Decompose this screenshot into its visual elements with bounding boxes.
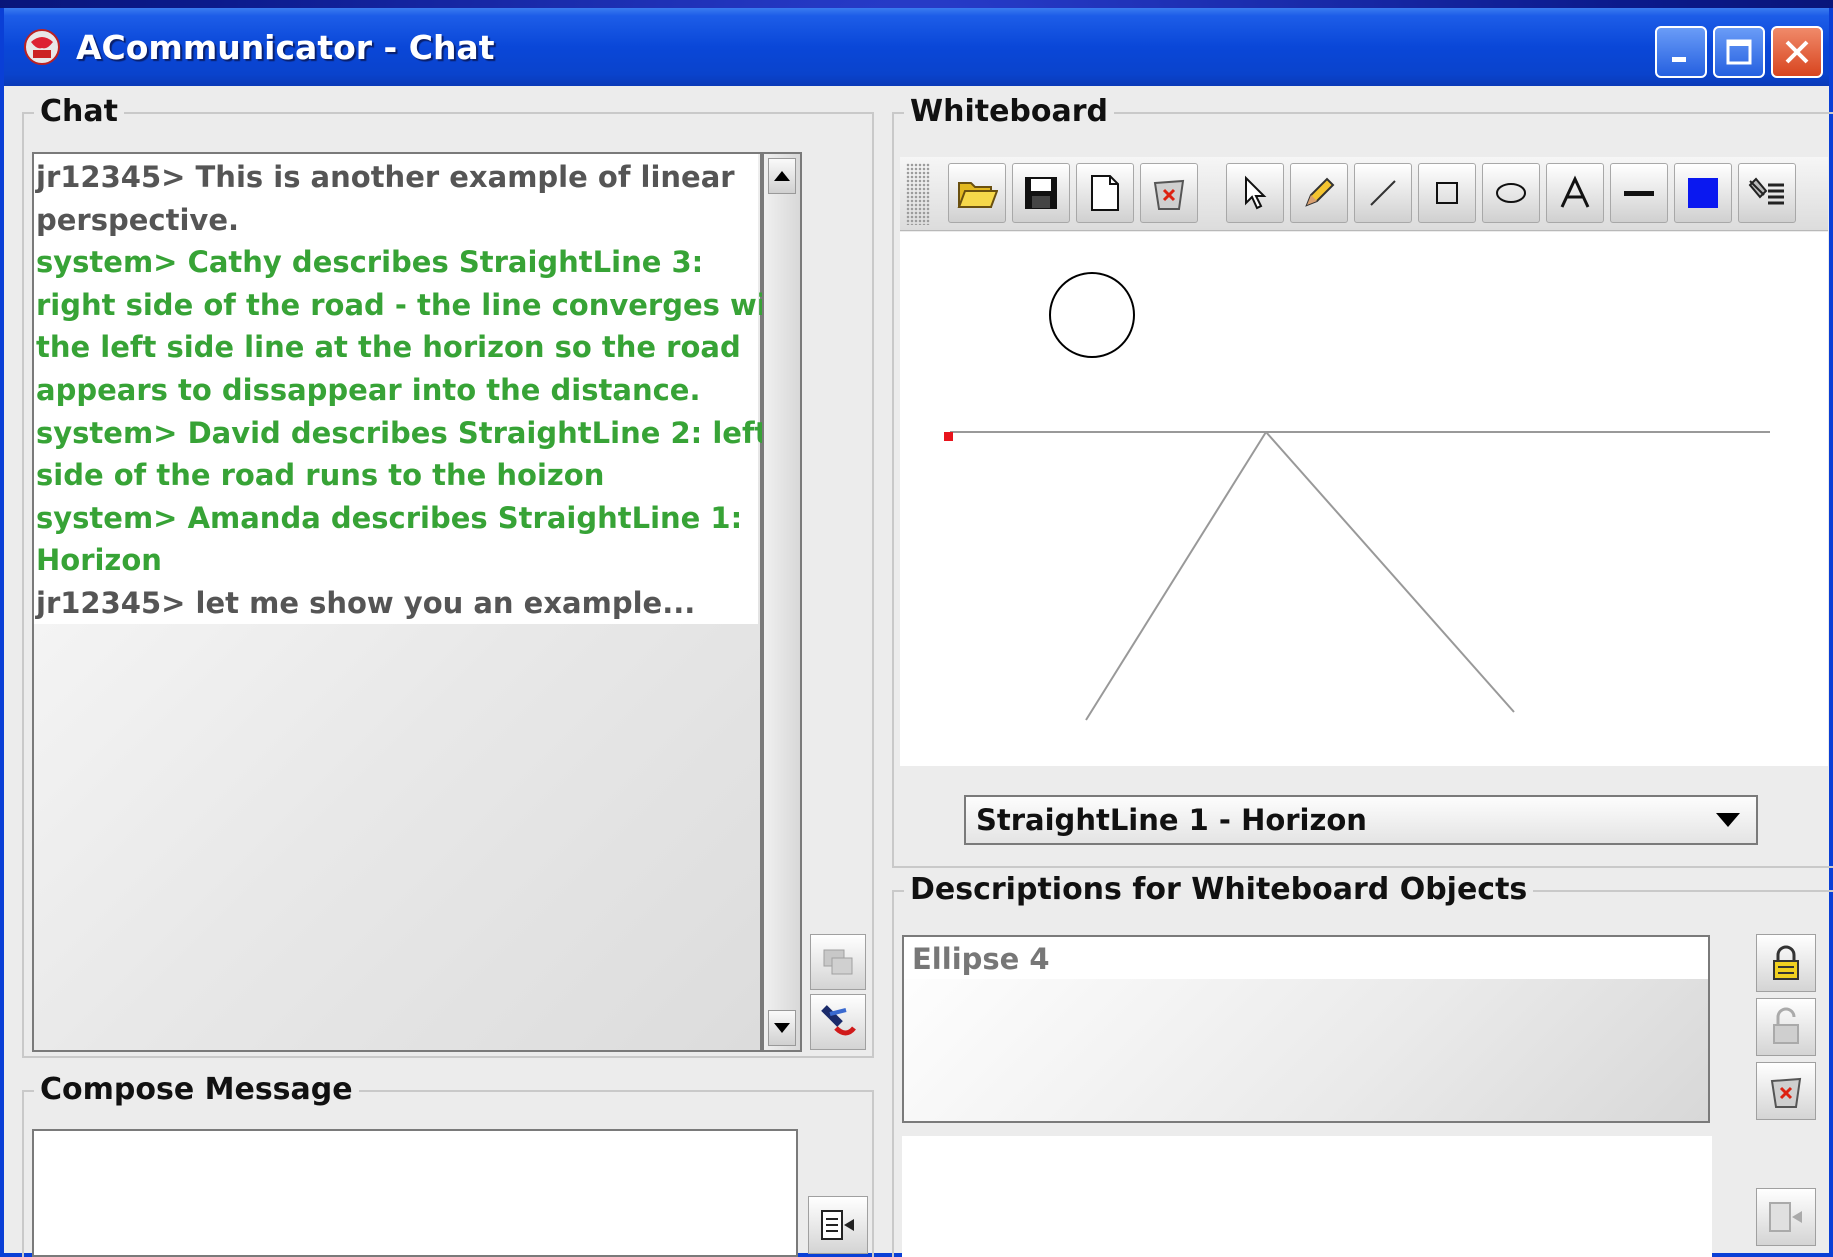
arrow-up-icon [774,171,790,181]
chat-line: the left side line at the horizon so the… [36,330,741,365]
ellipse-object[interactable] [1049,272,1135,358]
magnet-clear-icon [821,1005,856,1036]
chat-line: right side of the road - the line conver… [36,287,802,322]
ellipse-tool-icon [1496,183,1526,203]
new-page-button[interactable] [1076,163,1134,223]
properties-button[interactable] [1738,163,1796,223]
text-tool-icon [1560,175,1590,208]
send-message-icon [821,1210,854,1240]
chat-line: jr12345> This is another example of line… [36,160,735,194]
submit-description-button[interactable] [1756,1188,1816,1246]
chat-line: side of the road runs to the hoizon [36,458,605,493]
text-tool-button[interactable] [1546,163,1604,223]
close-icon [1785,40,1809,64]
toolbar-grip[interactable] [906,163,930,225]
whiteboard-panel-title: Whiteboard [904,92,1115,132]
description-input[interactable] [902,1136,1712,1257]
unlock-icon [1773,1007,1799,1044]
window-title: ACommunicator - Chat [76,27,495,67]
select-tool-button[interactable] [1226,163,1284,223]
line-tool-button[interactable] [1354,163,1412,223]
chevron-down-icon [1716,813,1740,827]
rectangle-tool-icon [1436,182,1458,204]
lock-button[interactable] [1756,934,1816,992]
new-page-icon [1091,175,1119,211]
chat-line: perspective. [36,202,239,237]
maximize-icon [1726,39,1752,65]
open-folder-icon [957,182,998,208]
minimize-icon [1672,57,1686,62]
properties-icon [1748,177,1784,205]
refresh-chat-button[interactable] [810,934,866,990]
arrow-down-icon [774,1023,790,1033]
whiteboard-canvas[interactable] [900,232,1828,766]
whiteboard-drawing [944,272,1770,721]
chat-line: jr12345> let me show you an example... [36,585,696,620]
minimize-button[interactable] [1655,26,1707,78]
chat-line: system> Cathy describes StraightLine 3: [36,245,704,280]
road-left-line[interactable] [1085,431,1267,721]
chat-panel-title: Chat [34,92,124,132]
chat-line: system> Amanda describes StraightLine 1: [36,500,743,535]
rectangle-tool-button[interactable] [1418,163,1476,223]
delete-description-button[interactable] [1756,1062,1816,1120]
unlock-button[interactable] [1756,998,1816,1056]
chat-history[interactable]: jr12345> This is another example of line… [32,152,802,1052]
descriptions-list[interactable]: Ellipse 4 [902,935,1710,1123]
submit-description-icon [1769,1202,1802,1232]
whiteboard-object-select[interactable]: StraightLine 1 - Horizon [964,795,1758,845]
save-disk-icon [1025,177,1057,209]
ellipse-tool-button[interactable] [1482,163,1540,223]
pencil-tool-button[interactable] [1290,163,1348,223]
select-pointer-icon [1245,175,1267,210]
refresh-chat-icon [823,949,853,975]
scroll-down-button[interactable] [768,1010,796,1046]
clear-chat-button[interactable] [810,994,866,1050]
send-message-button[interactable] [808,1196,868,1254]
list-item[interactable]: Ellipse 4 [904,937,1708,979]
clear-board-button[interactable] [1140,163,1198,223]
descriptions-panel-title: Descriptions for Whiteboard Objects [904,870,1534,910]
close-button[interactable] [1771,26,1823,78]
lock-icon [1773,945,1799,980]
chat-messages: jr12345> This is another example of line… [34,154,802,624]
maximize-button[interactable] [1713,26,1765,78]
chat-line: appears to dissappear into the distance. [36,372,701,407]
open-button[interactable] [948,163,1006,223]
road-right-line[interactable] [1265,431,1515,713]
compose-panel-title: Compose Message [34,1070,359,1110]
chat-line: system> David describes StraightLine 2: … [36,415,769,450]
title-bar[interactable]: ACommunicator - Chat [4,8,1829,86]
selection-handle[interactable] [944,432,953,441]
line-tool-icon [1370,180,1396,206]
save-button[interactable] [1012,163,1070,223]
compose-message-input[interactable] [32,1129,798,1257]
whiteboard-toolbar [900,157,1828,231]
selected-object-label: StraightLine 1 - Horizon [976,803,1367,837]
communicator-app-icon [22,27,62,67]
line-width-button[interactable] [1610,163,1668,223]
trash-icon [1153,179,1185,210]
scroll-up-button[interactable] [768,158,796,194]
app-window: ACommunicator - Chat Chat jr12345> This … [0,8,1833,1257]
delete-description-icon [1770,1077,1802,1108]
chat-scrollbar[interactable] [762,152,802,1052]
pencil-icon [1305,177,1335,207]
color-swatch-icon [1688,178,1718,208]
color-button[interactable] [1674,163,1732,223]
chat-line: Horizon [36,543,162,578]
line-width-icon [1624,191,1654,196]
